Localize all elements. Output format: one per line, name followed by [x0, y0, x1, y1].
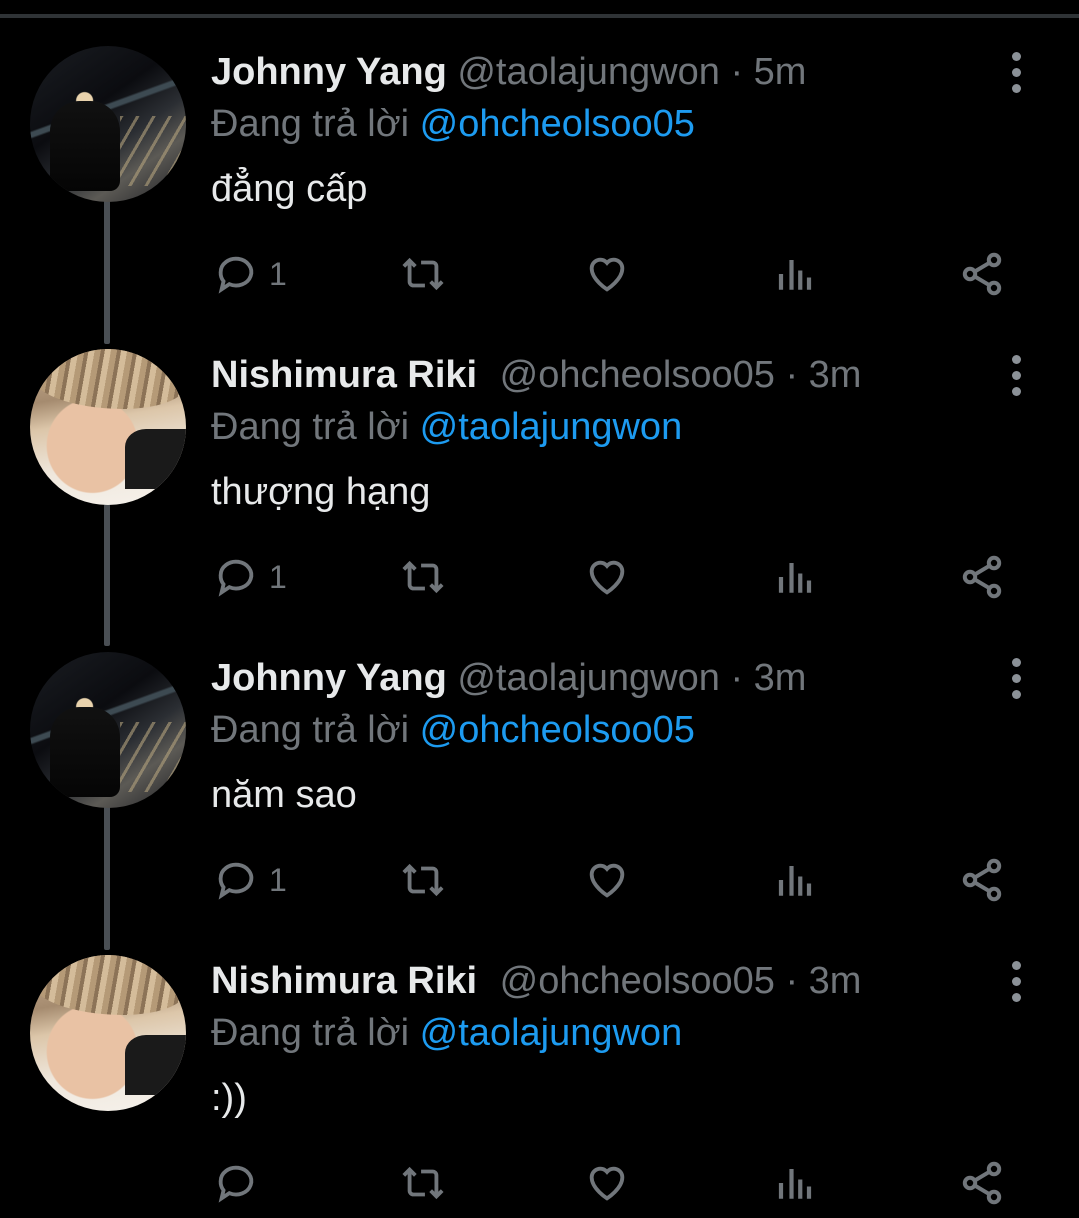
- retweet-icon: [402, 1166, 444, 1200]
- share-button[interactable]: [958, 549, 1006, 605]
- tweet[interactable]: Nishimura Riki @ohcheolsoo05 · 3m Đang t…: [0, 909, 1079, 1213]
- retweet-button[interactable]: [398, 549, 448, 605]
- reply-prefix: Đang trả lời: [211, 1012, 410, 1054]
- share-button[interactable]: [958, 246, 1006, 302]
- views-button[interactable]: [774, 1155, 816, 1211]
- reply-icon: [218, 559, 254, 597]
- share-icon: [962, 1161, 1002, 1205]
- avatar[interactable]: [30, 652, 186, 808]
- user-handle[interactable]: @ohcheolsoo05: [500, 960, 775, 1002]
- avatar[interactable]: [30, 349, 186, 505]
- avatar[interactable]: [30, 955, 186, 1111]
- views-button[interactable]: [774, 549, 816, 605]
- views-icon: [778, 563, 812, 593]
- action-bar: 1: [0, 549, 1079, 605]
- tweet-header: Nishimura Riki @ohcheolsoo05 · 3m: [211, 353, 861, 397]
- separator: ·: [785, 960, 799, 1002]
- tweet-text: thượng hạng: [211, 471, 431, 513]
- reply-mention[interactable]: @ohcheolsoo05: [420, 103, 695, 145]
- timestamp[interactable]: 3m: [809, 354, 862, 396]
- views-icon: [778, 1169, 812, 1199]
- user-handle[interactable]: @taolajungwon: [457, 51, 720, 93]
- replying-to: Đang trả lời @taolajungwon: [211, 1011, 682, 1055]
- display-name[interactable]: Nishimura Riki: [211, 960, 477, 1002]
- action-bar: 1: [0, 852, 1079, 908]
- reply-count: 1: [269, 558, 287, 595]
- retweet-icon: [402, 863, 444, 897]
- like-button[interactable]: [584, 549, 630, 605]
- like-icon: [589, 560, 625, 595]
- reply-count: 1: [269, 861, 287, 898]
- timestamp[interactable]: 3m: [809, 960, 862, 1002]
- reply-count: 1: [269, 255, 287, 292]
- replying-to: Đang trả lời @ohcheolsoo05: [211, 102, 695, 146]
- reply-icon: [218, 862, 254, 900]
- share-icon: [962, 252, 1002, 296]
- display-name[interactable]: Johnny Yang: [211, 51, 447, 93]
- tweet-text: đẳng cấp: [211, 168, 368, 210]
- action-bar: 1: [0, 246, 1079, 302]
- reply-icon: [218, 1165, 254, 1203]
- tweet-text: năm sao: [211, 774, 357, 816]
- share-icon: [962, 858, 1002, 902]
- tweet[interactable]: Nishimura Riki @ohcheolsoo05 · 3m Đang t…: [0, 303, 1079, 607]
- tweet-header: Johnny Yang @taolajungwon · 3m: [211, 656, 806, 700]
- timestamp[interactable]: 3m: [754, 657, 807, 699]
- retweet-button[interactable]: [398, 246, 448, 302]
- reply-button[interactable]: 1: [213, 549, 287, 605]
- reply-prefix: Đang trả lời: [211, 709, 410, 751]
- retweet-button[interactable]: [398, 852, 448, 908]
- more-icon[interactable]: [1000, 959, 1032, 1003]
- tweet[interactable]: Johnny Yang @taolajungwon · 5m Đang trả …: [0, 0, 1079, 304]
- replying-to: Đang trả lời @taolajungwon: [211, 405, 682, 449]
- tweet-text: :)): [211, 1077, 247, 1119]
- display-name[interactable]: Johnny Yang: [211, 657, 447, 699]
- like-button[interactable]: [584, 852, 630, 908]
- share-icon: [962, 555, 1002, 599]
- views-icon: [778, 260, 812, 290]
- reply-icon: [218, 256, 254, 294]
- separator: ·: [785, 354, 799, 396]
- more-icon[interactable]: [1000, 50, 1032, 94]
- tweet-header: Nishimura Riki @ohcheolsoo05 · 3m: [211, 959, 861, 1003]
- views-button[interactable]: [774, 246, 816, 302]
- reply-prefix: Đang trả lời: [211, 103, 410, 145]
- avatar[interactable]: [30, 46, 186, 202]
- reply-prefix: Đang trả lời: [211, 406, 410, 448]
- tweet[interactable]: Johnny Yang @taolajungwon · 3m Đang trả …: [0, 606, 1079, 910]
- action-bar: [0, 1155, 1079, 1211]
- share-button[interactable]: [958, 1155, 1006, 1211]
- like-icon: [589, 257, 625, 292]
- user-handle[interactable]: @taolajungwon: [457, 657, 720, 699]
- views-icon: [778, 866, 812, 896]
- separator: ·: [730, 657, 744, 699]
- tweet-header: Johnny Yang @taolajungwon · 5m: [211, 50, 806, 94]
- more-icon[interactable]: [1000, 353, 1032, 397]
- user-handle[interactable]: @ohcheolsoo05: [500, 354, 775, 396]
- replying-to: Đang trả lời @ohcheolsoo05: [211, 708, 695, 752]
- share-button[interactable]: [958, 852, 1006, 908]
- like-icon: [589, 1166, 625, 1201]
- like-icon: [589, 863, 625, 898]
- reply-mention[interactable]: @taolajungwon: [420, 406, 683, 448]
- reply-mention[interactable]: @taolajungwon: [420, 1012, 683, 1054]
- retweet-icon: [402, 560, 444, 594]
- views-button[interactable]: [774, 852, 816, 908]
- reply-mention[interactable]: @ohcheolsoo05: [420, 709, 695, 751]
- retweet-icon: [402, 257, 444, 291]
- like-button[interactable]: [584, 246, 630, 302]
- separator: ·: [730, 51, 744, 93]
- reply-button[interactable]: [213, 1155, 269, 1211]
- reply-button[interactable]: 1: [213, 246, 287, 302]
- timestamp[interactable]: 5m: [754, 51, 807, 93]
- retweet-button[interactable]: [398, 1155, 448, 1211]
- display-name[interactable]: Nishimura Riki: [211, 354, 477, 396]
- reply-button[interactable]: 1: [213, 852, 287, 908]
- more-icon[interactable]: [1000, 656, 1032, 700]
- like-button[interactable]: [584, 1155, 630, 1211]
